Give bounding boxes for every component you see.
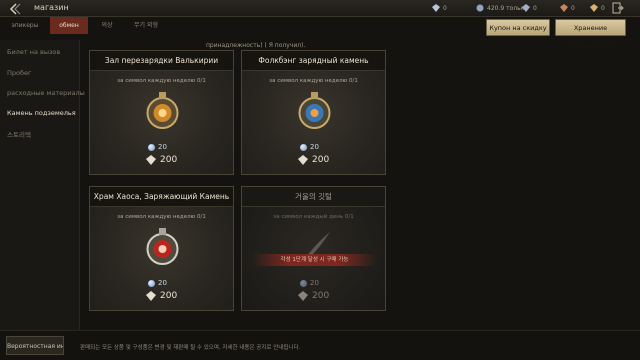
product-card[interactable]: Храм Хаоса, Заряжающий Камень за символ … [89,186,234,311]
currency-crystal-2: 0 [522,4,537,12]
card-title: 거울의 깃털 [242,187,385,207]
point-cost: 20 [148,143,167,151]
probability-info-button[interactable]: Вероятностная информация [6,336,64,355]
card-title: Фолкбэнг зарядный камень [242,51,385,71]
orb-icon [300,143,307,151]
currency-crystal: 0 [432,4,447,12]
currency-ruby: 0 [560,4,575,12]
orb-icon [148,143,155,151]
diamond-icon [298,291,308,301]
purchase-limit: за символ каждую неделю 0/1 [117,214,206,220]
sidebar-item-consumables[interactable]: расходные материалы [7,89,85,97]
crystal-icon [522,4,530,12]
gem-icon [476,4,484,12]
storage-button[interactable]: Хранение продукции [555,19,626,49]
top-bar: магазин 0 420.9 только 0 0 0 [0,0,640,17]
point-cost: 20 [300,143,319,151]
price: 200 [298,155,329,165]
purchase-limit: за символ каждую неделю 0/1 [117,78,206,84]
sidebar: Билет на вызов Пробег расходные материал… [0,40,85,330]
diamond-icon [298,155,308,165]
currency-gold: 0 [590,4,605,12]
tab-weapon-skin[interactable]: 무기 외형 [126,17,166,34]
sidebar-item-summon-ticket[interactable]: Билет на вызов [7,48,60,56]
exit-icon[interactable] [612,2,624,14]
crystal-icon [432,4,440,12]
purchase-limit: за символ каждую неделю 0/1 [269,78,358,84]
product-card-locked[interactable]: 거울의 깃털 за символ каждый день 0/1 각성 1단계 … [241,186,386,311]
price: 200 [146,155,177,165]
bottom-bar: Вероятностная информация 판매되는 모든 상품 및 구성… [0,330,640,360]
lock-banner: 각성 1단계 달성 시 구매 가능 [252,254,377,266]
sidebar-item-storytech[interactable]: 스토리텍 [7,129,31,139]
purchase-limit: за символ каждый день 0/1 [273,214,354,220]
tab-costume[interactable]: 의상 [92,17,122,34]
sidebar-item-dungeon-stone[interactable]: Камень подземелья [7,109,76,117]
price: 200 [146,291,177,301]
point-cost: 20 [148,279,167,287]
gem-icon [560,4,568,12]
charge-stone-icon [298,92,331,129]
card-title: Зал перезарядки Валькирии [90,51,233,71]
gem-icon [590,4,598,12]
point-cost: 20 [300,279,319,287]
diamond-icon [146,291,156,301]
tab-epikers[interactable]: эпикеры [0,17,50,34]
charge-stone-icon [146,92,179,129]
card-title: Храм Хаоса, Заряжающий Камень [90,187,233,207]
product-card[interactable]: Зал перезарядки Валькирии за символ кажд… [89,50,234,175]
price: 200 [298,291,329,301]
orb-icon [300,279,307,287]
product-card[interactable]: Фолкбэнг зарядный камень за символ кажду… [241,50,386,175]
orb-icon [148,279,155,287]
back-chevron-icon[interactable] [8,3,22,15]
charge-stone-icon [146,228,179,265]
currency-gem: 420.9 только [476,4,528,12]
diamond-icon [146,155,156,165]
coupon-button[interactable]: Купон на скидку [486,19,550,36]
tab-exchange[interactable]: обмен [50,17,88,34]
page-title: магазин [34,3,69,12]
bottom-notice: 판매되는 모든 상품 및 구성품은 변경 및 재판매 될 수 있으며, 자세한 … [80,345,301,351]
sidebar-item-mileage[interactable]: Пробег [7,69,31,77]
notice-text: принадлежность) ( Я получил). [206,42,306,49]
